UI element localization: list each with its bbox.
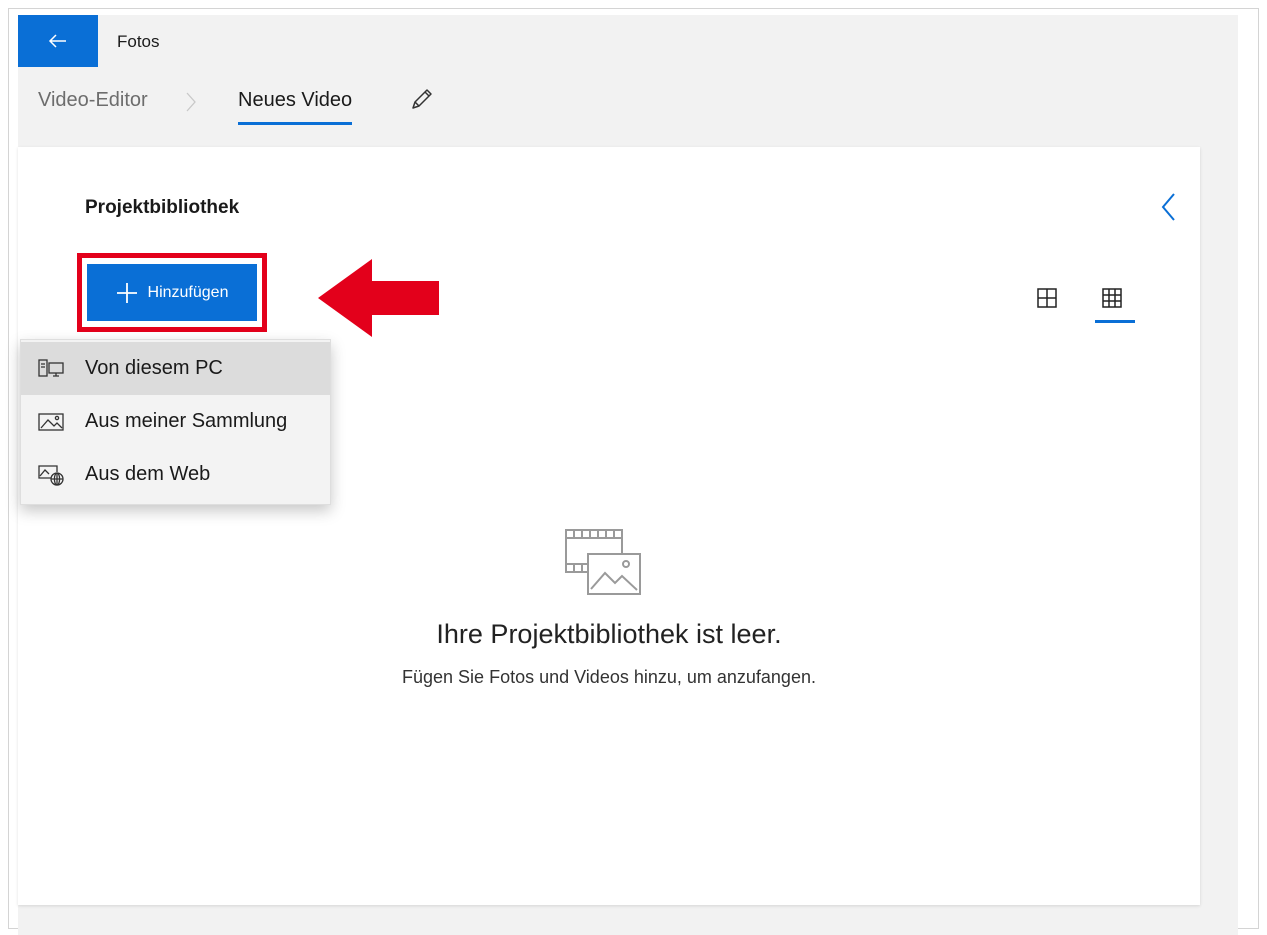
media-placeholder-icon [565,529,641,595]
menu-item-label: Aus meiner Sammlung [85,410,288,432]
small-grid-view-button[interactable] [1099,285,1125,311]
add-button[interactable]: Hinzufügen [87,264,257,321]
small-grid-icon [1102,288,1122,308]
breadcrumb-video-editor[interactable]: Video-Editor [38,89,148,112]
project-library-panel: Projektbibliothek Hinzufügen Ihre Projek… [18,147,1200,905]
plus-icon [116,282,137,303]
back-button[interactable] [18,15,98,67]
menu-item-label: Von diesem PC [85,357,223,379]
collapse-library-button[interactable] [1154,190,1184,224]
selected-view-indicator [1095,320,1135,323]
chevron-right-icon [186,92,196,112]
large-grid-view-button[interactable] [1034,285,1060,311]
menu-item-from-web[interactable]: Aus dem Web [21,448,330,501]
add-button-label: Hinzufügen [147,283,229,301]
breadcrumb-current-project[interactable]: Neues Video [238,89,353,125]
chevron-left-icon [1161,193,1175,221]
computer-icon [37,358,65,380]
rename-project-button[interactable] [408,85,434,116]
title-bar: Fotos [18,15,1238,67]
app-title: Fotos [117,32,160,51]
empty-state-title: Ihre Projektbibliothek ist leer. [436,619,782,649]
empty-state-subtitle: Fügen Sie Fotos und Videos hinzu, um anz… [402,667,816,687]
menu-item-from-collection[interactable]: Aus meiner Sammlung [21,395,330,448]
web-image-icon [37,464,65,486]
pencil-icon [412,89,432,109]
red-arrow-annotation [318,259,439,337]
menu-item-from-this-pc[interactable]: Von diesem PC [21,342,330,395]
arrow-left-icon [48,34,66,48]
large-grid-icon [1037,288,1057,308]
menu-item-label: Aus dem Web [85,463,211,485]
add-source-menu: Von diesem PC Aus meiner Sammlung Aus de… [20,339,331,505]
image-icon [37,411,65,433]
project-library-title: Projektbibliothek [85,197,240,218]
